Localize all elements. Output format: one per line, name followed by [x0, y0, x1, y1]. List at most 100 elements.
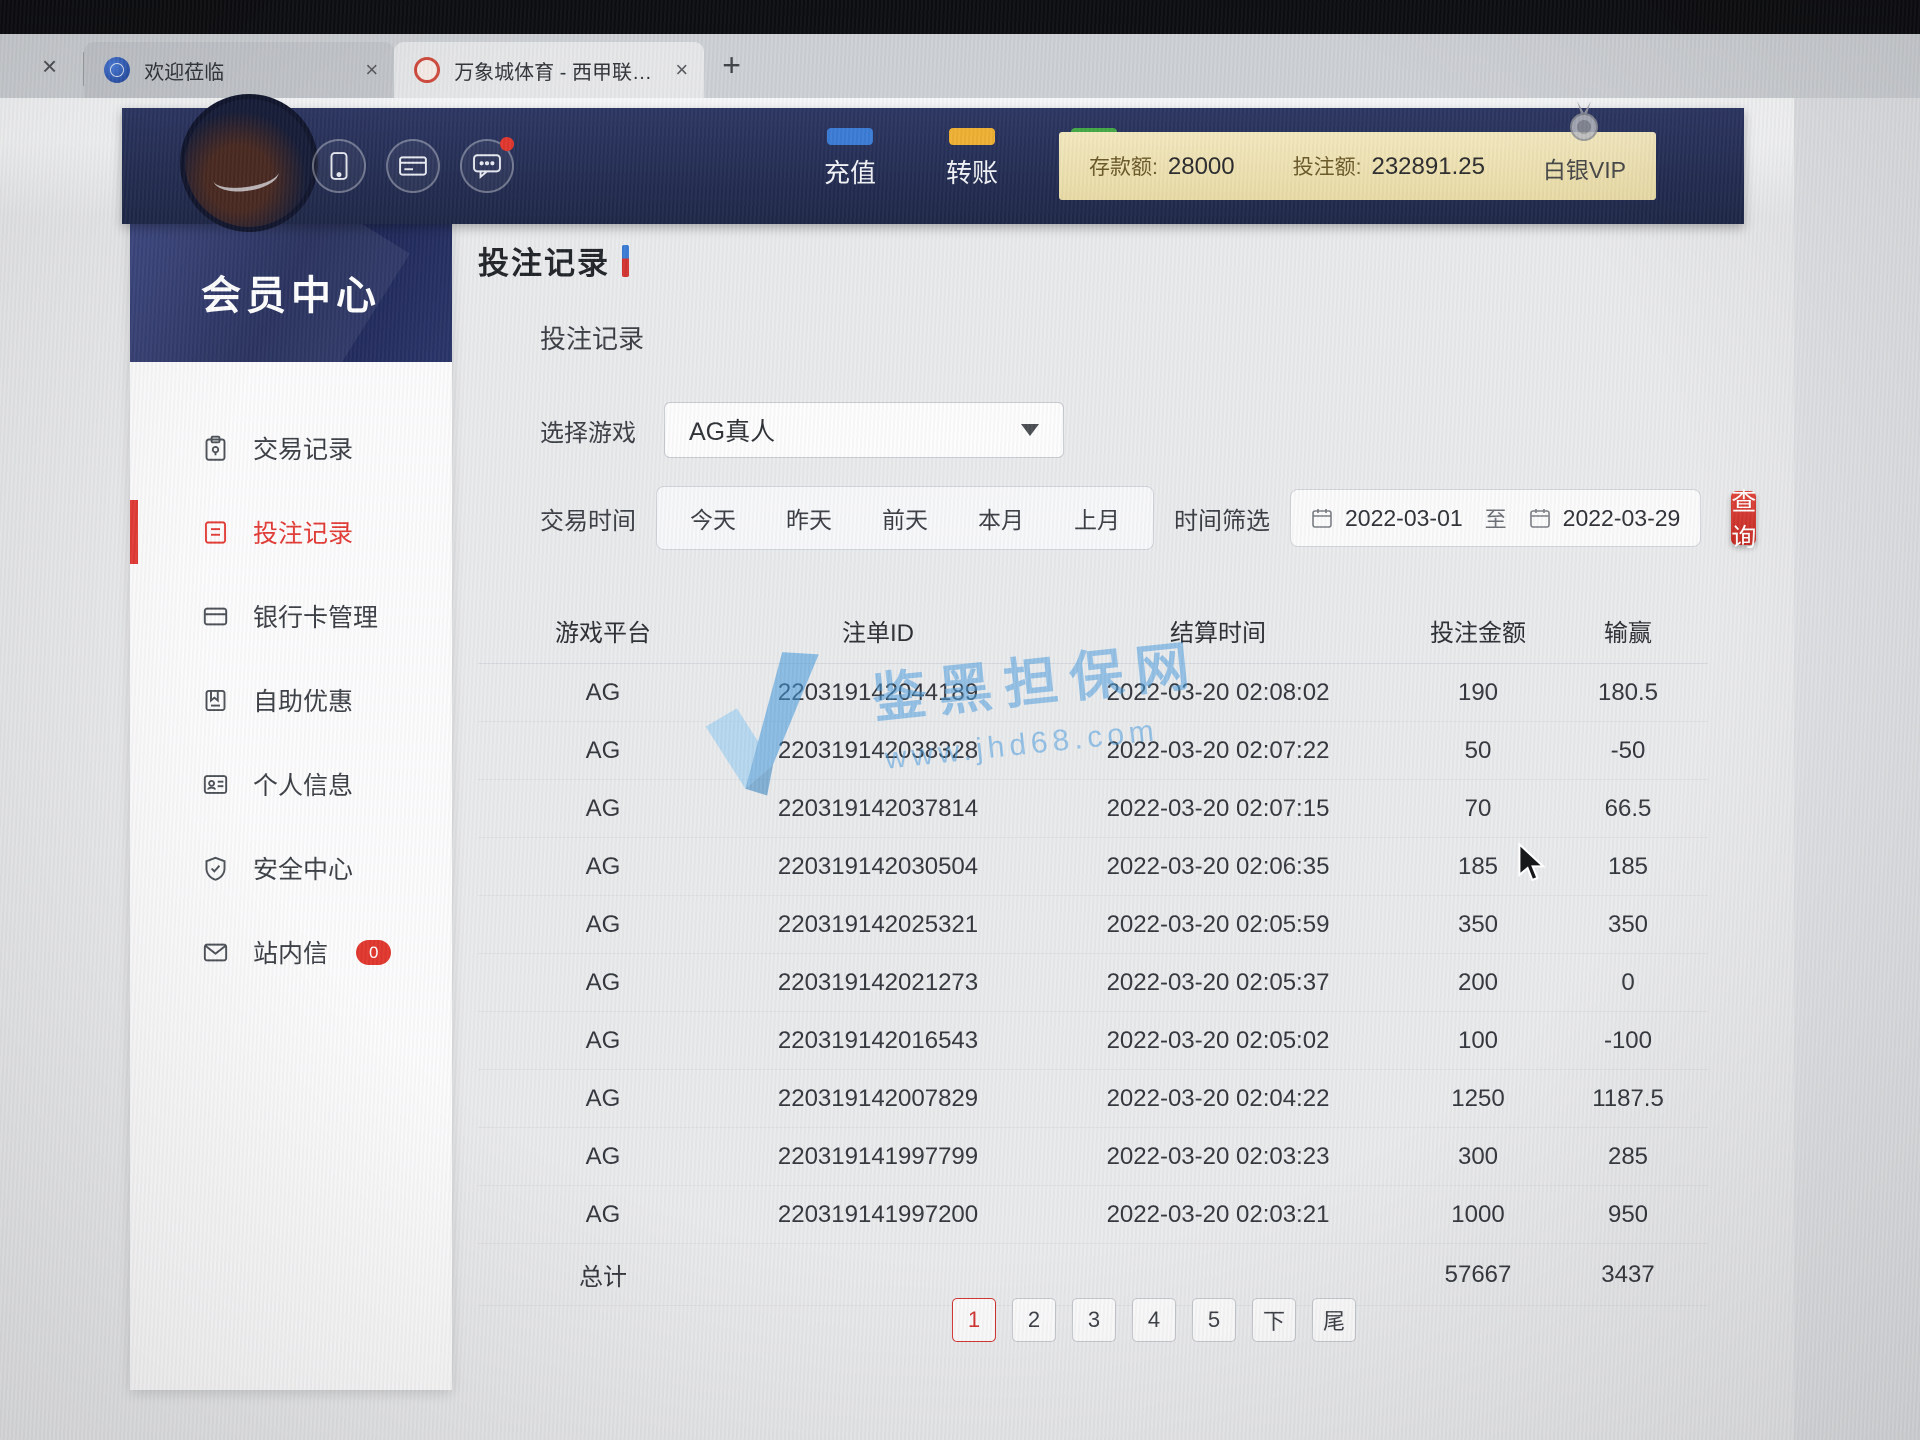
id-card-icon: [202, 771, 229, 798]
cell-settle-time: 2022-03-20 02:07:22: [1028, 737, 1408, 765]
cell-bet-id: 220319142021273: [728, 969, 1028, 997]
cell-bet-amount: 50: [1408, 737, 1548, 765]
cell-winloss: 185: [1548, 853, 1708, 881]
page-next-button[interactable]: 下: [1252, 1298, 1296, 1342]
cell-bet-amount: 350: [1408, 911, 1548, 939]
col-winloss: 输赢: [1548, 613, 1708, 648]
cell-bet-id: 220319142037814: [728, 795, 1028, 823]
balance-panel: 存款额: 28000 投注额: 232891.25 白银VIP: [1059, 132, 1656, 200]
page-1-button[interactable]: 1: [952, 1298, 996, 1342]
date-to-input[interactable]: 2022-03-29: [1529, 505, 1681, 532]
site-topbar: 充值 转账 提款 存款额: 28000 投注额: 232891.25: [122, 108, 1744, 224]
page-5-button[interactable]: 5: [1192, 1298, 1236, 1342]
screen: × 欢迎莅临 × 万象城体育 - 西甲联赛及意甲罗 × +: [0, 0, 1920, 1440]
sidebar-item-bet-records[interactable]: 投注记录: [130, 490, 452, 574]
sidebar-item-label: 安全中心: [253, 850, 353, 886]
page-2-button[interactable]: 2: [1012, 1298, 1056, 1342]
tab-title: 万象城体育 - 西甲联赛及意甲罗: [454, 56, 661, 85]
quick-thismonth-button[interactable]: 本月: [955, 494, 1047, 542]
sidebar-item-self-promo[interactable]: 自助优惠: [130, 658, 452, 742]
table-total-row: 总计 57667 3437: [478, 1244, 1708, 1306]
cell-bet-id: 220319142007829: [728, 1085, 1028, 1113]
search-button[interactable]: 查询: [1731, 491, 1756, 545]
quick-lastmonth-button[interactable]: 上月: [1051, 494, 1143, 542]
bank-card-icon[interactable]: [386, 139, 440, 193]
new-tab-button[interactable]: +: [722, 47, 741, 84]
cell-platform: AG: [478, 1085, 728, 1113]
cell-platform: AG: [478, 679, 728, 707]
browser-tab-sports[interactable]: 万象城体育 - 西甲联赛及意甲罗 ×: [394, 42, 704, 98]
sidebar-item-bank-cards[interactable]: 银行卡管理: [130, 574, 452, 658]
inbox-badge: 0: [356, 940, 391, 965]
cell-settle-time: 2022-03-20 02:03:21: [1028, 1201, 1408, 1229]
cell-bet-id: 220319142044189: [728, 679, 1028, 707]
table-row: AG 220319142025321 2022-03-20 02:05:59 3…: [478, 896, 1708, 954]
close-icon[interactable]: ×: [42, 51, 57, 82]
quick-today-button[interactable]: 今天: [667, 494, 759, 542]
page-right-shade: [1794, 98, 1920, 1440]
sidebar-item-label: 站内信: [253, 934, 328, 970]
total-label: 总计: [478, 1257, 728, 1292]
topbar-icons: [312, 139, 514, 193]
cell-settle-time: 2022-03-20 02:04:22: [1028, 1085, 1408, 1113]
quick-range-group: 今天 昨天 前天 本月 上月: [656, 486, 1154, 550]
cell-bet-amount: 70: [1408, 795, 1548, 823]
cell-bet-id: 220319141997200: [728, 1201, 1028, 1229]
game-select[interactable]: AG真人: [664, 402, 1064, 458]
time-filter-label: 交易时间: [540, 501, 636, 536]
vip-label: 白银VIP: [1543, 157, 1626, 183]
cell-settle-time: 2022-03-20 02:03:23: [1028, 1143, 1408, 1171]
main-content: 投注记录 投注记录 选择游戏 AG真人 交易时间 今天 昨天 前天 本月 上月 …: [478, 238, 1748, 1306]
nav-transfer[interactable]: 转账: [930, 143, 1014, 190]
page-last-button[interactable]: 尾: [1312, 1298, 1356, 1342]
cell-bet-id: 220319141997799: [728, 1143, 1028, 1171]
table-row: AG 220319142037814 2022-03-20 02:07:15 7…: [478, 780, 1708, 838]
tab-bet-records[interactable]: 投注记录: [540, 319, 1748, 356]
mobile-app-icon[interactable]: [312, 139, 366, 193]
bank-card-icon: [202, 603, 229, 630]
cell-winloss: 1187.5: [1548, 1085, 1708, 1113]
col-bet-id: 注单ID: [728, 613, 1028, 648]
table-row: AG 220319141997200 2022-03-20 02:03:21 1…: [478, 1186, 1708, 1244]
quick-daybefore-button[interactable]: 前天: [859, 494, 951, 542]
table-row: AG 220319142016543 2022-03-20 02:05:02 1…: [478, 1012, 1708, 1070]
date-to-value: 2022-03-29: [1563, 505, 1681, 532]
close-icon[interactable]: ×: [365, 57, 378, 83]
date-from-input[interactable]: 2022-03-01: [1311, 505, 1463, 532]
clipboard-icon: [202, 435, 229, 462]
game-select-value: AG真人: [689, 412, 775, 448]
cell-platform: AG: [478, 1201, 728, 1229]
bet-value: 232891.25: [1371, 153, 1484, 181]
sidebar-menu: 交易记录 投注记录 银行卡管理 自助优惠: [130, 362, 452, 994]
cell-platform: AG: [478, 1143, 728, 1171]
range-label: 时间筛选: [1174, 501, 1270, 536]
chat-message-icon[interactable]: [460, 139, 514, 193]
table-row: AG 220319142007829 2022-03-20 02:04:22 1…: [478, 1070, 1708, 1128]
page-3-button[interactable]: 3: [1072, 1298, 1116, 1342]
time-filter-row: 交易时间 今天 昨天 前天 本月 上月 时间筛选 2022-03-01 至: [540, 486, 1748, 550]
page-4-button[interactable]: 4: [1132, 1298, 1176, 1342]
globe-favicon-icon: [104, 57, 130, 83]
cell-bet-amount: 190: [1408, 679, 1548, 707]
cell-platform: AG: [478, 795, 728, 823]
col-settle-time: 结算时间: [1028, 613, 1408, 648]
sidebar-item-transaction-records[interactable]: 交易记录: [130, 406, 452, 490]
cell-winloss: 285: [1548, 1143, 1708, 1171]
sidebar-item-personal-info[interactable]: 个人信息: [130, 742, 452, 826]
bet-label: 投注额:: [1293, 151, 1362, 181]
sidebar-item-security-center[interactable]: 安全中心: [130, 826, 452, 910]
nav-deposit[interactable]: 充值: [808, 143, 892, 190]
cell-bet-amount: 100: [1408, 1027, 1548, 1055]
sidebar-item-label: 银行卡管理: [253, 598, 378, 634]
quick-yesterday-button[interactable]: 昨天: [763, 494, 855, 542]
deposit-label: 存款额:: [1089, 151, 1158, 181]
close-icon[interactable]: ×: [675, 57, 688, 83]
sidebar-item-inbox[interactable]: 站内信 0: [130, 910, 452, 994]
cell-bet-id: 220319142030504: [728, 853, 1028, 881]
browser-tab-welcome[interactable]: 欢迎莅临 ×: [84, 42, 394, 98]
medal-icon: [1564, 101, 1604, 153]
transfer-indicator: [949, 128, 995, 145]
nav-label: 转账: [946, 158, 998, 188]
cell-platform: AG: [478, 911, 728, 939]
cell-winloss: -100: [1548, 1027, 1708, 1055]
